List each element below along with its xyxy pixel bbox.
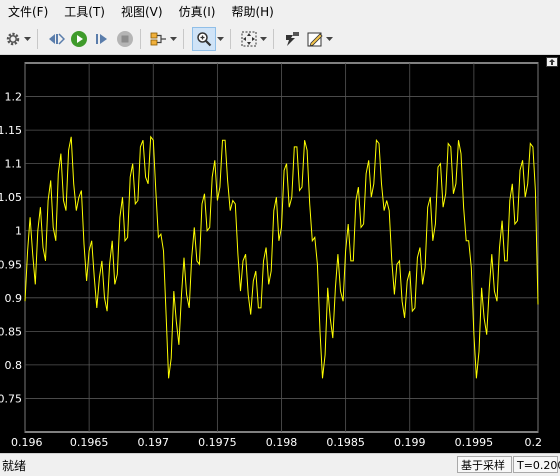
chevron-down-icon[interactable] (216, 29, 225, 49)
y-tick-label: 1.2 (5, 91, 23, 104)
scope-plot-area: 0.196 0.1965 0.197 0.1975 0.198 0.1985 0.199 0.… (0, 55, 560, 453)
y-tick-label: 0.95 (0, 258, 22, 271)
zoom-in-icon[interactable] (192, 27, 216, 51)
y-tick-label: 1.1 (5, 158, 23, 171)
x-tick-label: 0.1995 (455, 436, 494, 449)
time-field: T=0.200 (513, 456, 560, 473)
x-tick-label: 0.1985 (326, 436, 365, 449)
fit-to-view-icon[interactable] (239, 29, 259, 49)
style-icon[interactable] (305, 29, 325, 49)
chevron-down-icon[interactable] (325, 29, 334, 49)
x-tick-label: 0.1975 (198, 436, 237, 449)
menu-tools[interactable]: 工具(T) (56, 0, 113, 24)
toolbar-separator (230, 29, 231, 49)
x-tick-label: 0.196 (11, 436, 43, 449)
sample-mode-field: 基于采样 (457, 456, 512, 473)
y-tick-label: 0.85 (0, 325, 22, 338)
undock-icon[interactable] (546, 56, 558, 67)
y-tick-label: 1.15 (0, 124, 22, 137)
toolbar-separator (273, 29, 274, 49)
status-text: 就绪 (2, 459, 27, 473)
x-tick-label: 0.1965 (70, 436, 109, 449)
y-tick-label: 0.75 (0, 392, 22, 405)
menu-view[interactable]: 视图(V) (113, 0, 171, 24)
signal-selector-icon[interactable] (149, 29, 169, 49)
x-tick-label: 0.198 (266, 436, 298, 449)
menu-simulation[interactable]: 仿真(I) (171, 0, 224, 24)
menu-file[interactable]: 文件(F) (0, 0, 56, 24)
highlight-icon[interactable] (282, 29, 302, 49)
toolbar-separator (183, 29, 184, 49)
step-back-icon[interactable] (46, 29, 66, 49)
y-tick-label: 0.8 (5, 359, 23, 372)
step-forward-icon[interactable] (92, 29, 112, 49)
chevron-down-icon[interactable] (169, 29, 178, 49)
y-tick-label: 1.05 (0, 191, 22, 204)
chevron-down-icon[interactable] (23, 29, 32, 49)
menu-help[interactable]: 帮助(H) (223, 0, 281, 24)
x-tick-label: 0.199 (394, 436, 426, 449)
x-tick-label: 0.2 (525, 436, 543, 449)
stop-icon[interactable] (115, 29, 135, 49)
y-tick-label: 0.9 (5, 292, 23, 305)
toolbar-separator (37, 29, 38, 49)
menu-bar: 文件(F) 工具(T) 视图(V) 仿真(I) 帮助(H) (0, 0, 560, 24)
x-tick-label: 0.197 (138, 436, 170, 449)
toolbar (0, 24, 560, 55)
chevron-down-icon[interactable] (259, 29, 268, 49)
scope-axes[interactable]: 0.196 0.1965 0.197 0.1975 0.198 0.1985 0.199 0.… (0, 55, 560, 453)
gear-icon[interactable] (3, 29, 23, 49)
run-icon[interactable] (69, 29, 89, 49)
status-bar: 就绪 基于采样 T=0.200 (0, 453, 560, 476)
y-tick-label: 1 (15, 225, 22, 238)
toolbar-separator (140, 29, 141, 49)
